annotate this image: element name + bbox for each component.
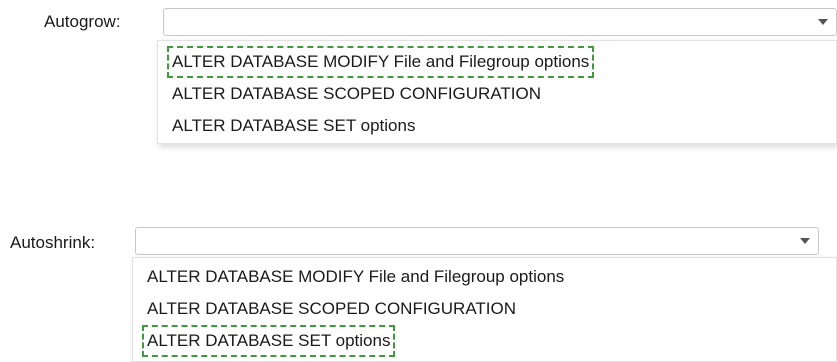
- autogrow-option-modify-file[interactable]: ALTER DATABASE MODIFY File and Filegroup…: [166, 46, 595, 78]
- autogrow-select[interactable]: [163, 8, 837, 36]
- chevron-down-icon: [800, 238, 810, 244]
- autoshrink-option-modify-file[interactable]: ALTER DATABASE MODIFY File and Filegroup…: [147, 266, 564, 288]
- autogrow-dropdown-button[interactable]: [810, 9, 836, 35]
- autogrow-dropdown-list: ALTER DATABASE MODIFY File and Filegroup…: [157, 40, 837, 144]
- autoshrink-dropdown-list: ALTER DATABASE MODIFY File and Filegroup…: [132, 257, 837, 362]
- chevron-down-icon: [818, 19, 828, 25]
- autogrow-label: Autogrow:: [44, 12, 121, 31]
- autoshrink-select[interactable]: [135, 227, 819, 255]
- autoshrink-option-scoped-configuration[interactable]: ALTER DATABASE SCOPED CONFIGURATION: [147, 298, 516, 320]
- autoshrink-option-set-options[interactable]: ALTER DATABASE SET options: [141, 325, 396, 357]
- autogrow-option-scoped-configuration[interactable]: ALTER DATABASE SCOPED CONFIGURATION: [172, 83, 541, 105]
- autoshrink-label: Autoshrink:: [10, 233, 96, 252]
- autoshrink-dropdown-button[interactable]: [792, 228, 818, 254]
- autogrow-option-set-options[interactable]: ALTER DATABASE SET options: [172, 115, 415, 137]
